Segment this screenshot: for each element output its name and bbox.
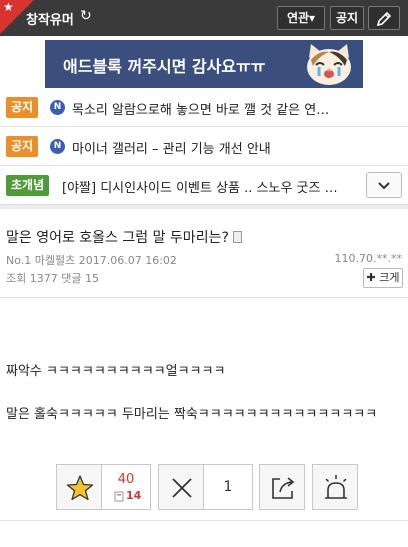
post-stats: 조회 1377 댓글 15 <box>6 272 99 285</box>
recommend-counts: 40 14 <box>101 464 151 510</box>
ad-text: 애드블록 꺼주시면 감사요ㅠㅠ <box>63 57 266 76</box>
enlarge-text-button[interactable]: ✚ 크게 <box>363 268 403 288</box>
crying-cat-illustration <box>307 44 351 85</box>
notice-row[interactable]: 공지 N 마이너 갤러리 – 관리 기능 개선 안내 <box>0 128 408 166</box>
section-divider <box>0 204 408 209</box>
downvote-count: 1 <box>223 479 233 495</box>
siren-icon <box>325 475 347 499</box>
refresh-icon[interactable]: ↻ <box>80 8 92 24</box>
image-attachment-icon <box>232 231 242 243</box>
star-icon <box>66 475 94 501</box>
expand-notices-button[interactable] <box>366 172 402 198</box>
star-icon[interactable]: ★ <box>3 1 14 13</box>
notice-badge: 공지 <box>6 97 39 118</box>
post-title-text: 말은 영어로 호올스 그럼 말 두마리는? <box>6 230 229 246</box>
notice-row[interactable]: 공지 N 목소리 알람으로해 놓으면 바로 깰 것 같은 연… <box>0 89 408 127</box>
chevron-down-icon <box>378 182 390 190</box>
post-body-line: 말은 홀숙ㅋㅋㅋㅋㅋ 두마리는 짝숙ㅋㅋㅋㅋㅋㅋㅋㅋㅋㅋㅋㅋㅋㅋㅋ <box>6 407 378 422</box>
recommend-button[interactable] <box>56 464 102 510</box>
gallery-title[interactable]: 창작유머 <box>26 9 74 28</box>
post-title: 말은 영어로 호올스 그럼 말 두마리는? <box>6 227 242 247</box>
post-divider <box>0 297 408 298</box>
pencil-icon <box>376 11 392 27</box>
post-ip: 110.70.**.** <box>334 252 402 265</box>
downvote-counts: 1 <box>203 464 253 510</box>
notice-button[interactable]: 공지 <box>330 6 364 30</box>
post-body-line: 짜악수 ㅋㅋㅋㅋㅋㅋㅋㅋㅋㅋ얼ㅋㅋㅋㅋ <box>6 364 226 379</box>
write-button[interactable] <box>368 6 400 30</box>
share-button[interactable] <box>259 464 305 510</box>
notice-link[interactable]: [야짤] 디시인사이드 이벤트 상품 .. 스노우 굿즈 … <box>62 177 362 196</box>
notice-row[interactable]: 초개념 [야짤] 디시인사이드 이벤트 상품 .. 스노우 굿즈 … <box>0 167 408 205</box>
concept-badge: 초개념 <box>6 175 50 196</box>
notice-link[interactable]: 마이너 갤러리 – 관리 기능 개선 안내 <box>72 138 362 157</box>
new-icon: N <box>50 100 65 115</box>
report-button[interactable] <box>312 464 358 510</box>
close-icon <box>172 478 192 498</box>
bottom-divider <box>0 520 408 521</box>
notice-badge: 공지 <box>6 136 39 157</box>
ad-banner[interactable]: 애드블록 꺼주시면 감사요ㅠㅠ <box>45 40 363 88</box>
share-icon <box>272 477 295 499</box>
post-author-date: No.1 마켈펄츠 2017.06.07 16:02 <box>6 254 177 267</box>
new-icon: N <box>50 139 65 154</box>
related-button[interactable]: 연관▾ <box>277 6 325 30</box>
fixed-user-icon <box>114 491 124 502</box>
downvote-button[interactable] <box>158 464 204 510</box>
fixed-recommend-count: 14 <box>126 489 142 502</box>
notice-link[interactable]: 목소리 알람으로해 놓으면 바로 깰 것 같은 연… <box>72 99 362 118</box>
top-header: ★ 창작유머 ↻ 연관▾ 공지 <box>0 0 408 36</box>
